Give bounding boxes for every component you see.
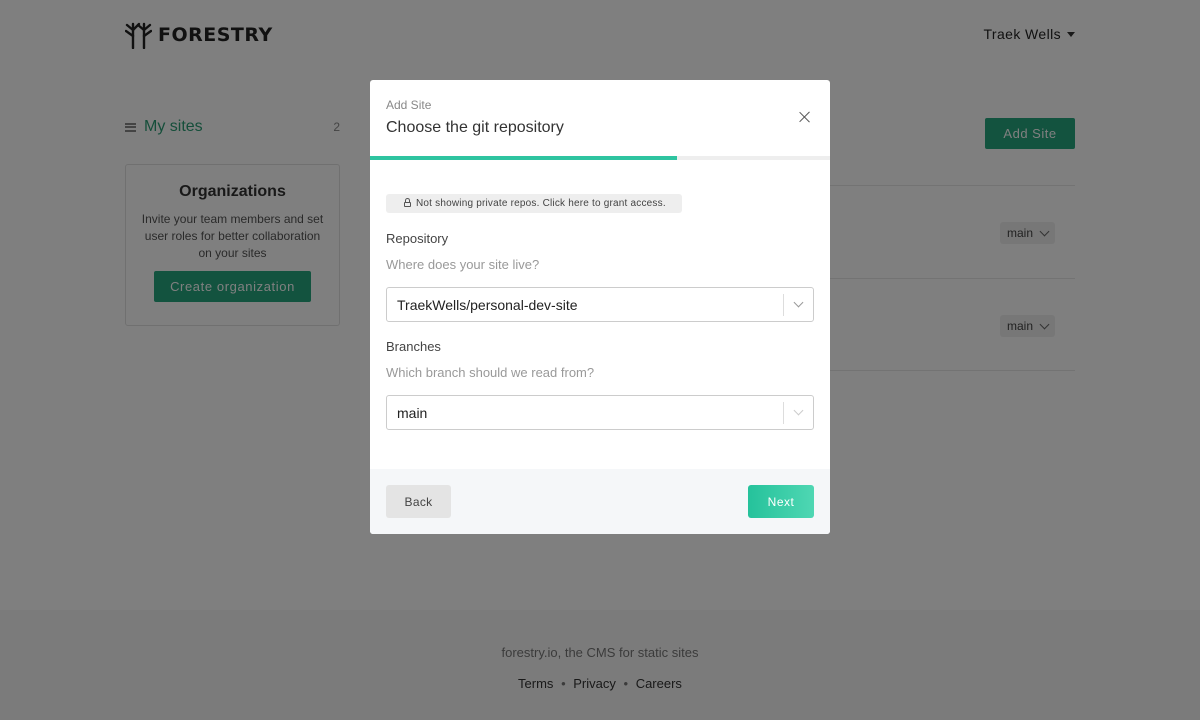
repository-value: TraekWells/personal-dev-site (397, 296, 578, 313)
branch-dropdown-toggle[interactable] (784, 405, 813, 416)
chevron-down-icon (793, 297, 804, 308)
branch-value: main (397, 404, 428, 421)
back-button[interactable]: Back (386, 485, 451, 518)
lock-icon (404, 198, 411, 207)
branches-hint: Which branch should we read from? (386, 365, 595, 380)
modal-footer: Back Next (370, 469, 830, 534)
add-site-modal: Add Site Choose the git repository Not s… (370, 80, 830, 534)
repository-dropdown-toggle[interactable] (784, 297, 813, 308)
notice-text: Not showing private repos. Click here to… (416, 198, 666, 209)
repository-select[interactable]: TraekWells/personal-dev-site (386, 287, 814, 322)
repository-hint: Where does your site live? (386, 257, 540, 272)
private-repos-notice[interactable]: Not showing private repos. Click here to… (386, 194, 682, 213)
modal-header: Add Site Choose the git repository (370, 80, 830, 156)
next-button[interactable]: Next (748, 485, 814, 518)
branches-label: Branches (386, 339, 441, 354)
repository-label: Repository (386, 231, 449, 246)
chevron-down-icon (793, 405, 804, 416)
modal-title: Choose the git repository (386, 119, 564, 136)
modal-kicker: Add Site (386, 98, 432, 112)
close-icon[interactable] (797, 109, 813, 125)
modal-body: Not showing private repos. Click here to… (370, 160, 830, 469)
branch-select[interactable]: main (386, 395, 814, 430)
